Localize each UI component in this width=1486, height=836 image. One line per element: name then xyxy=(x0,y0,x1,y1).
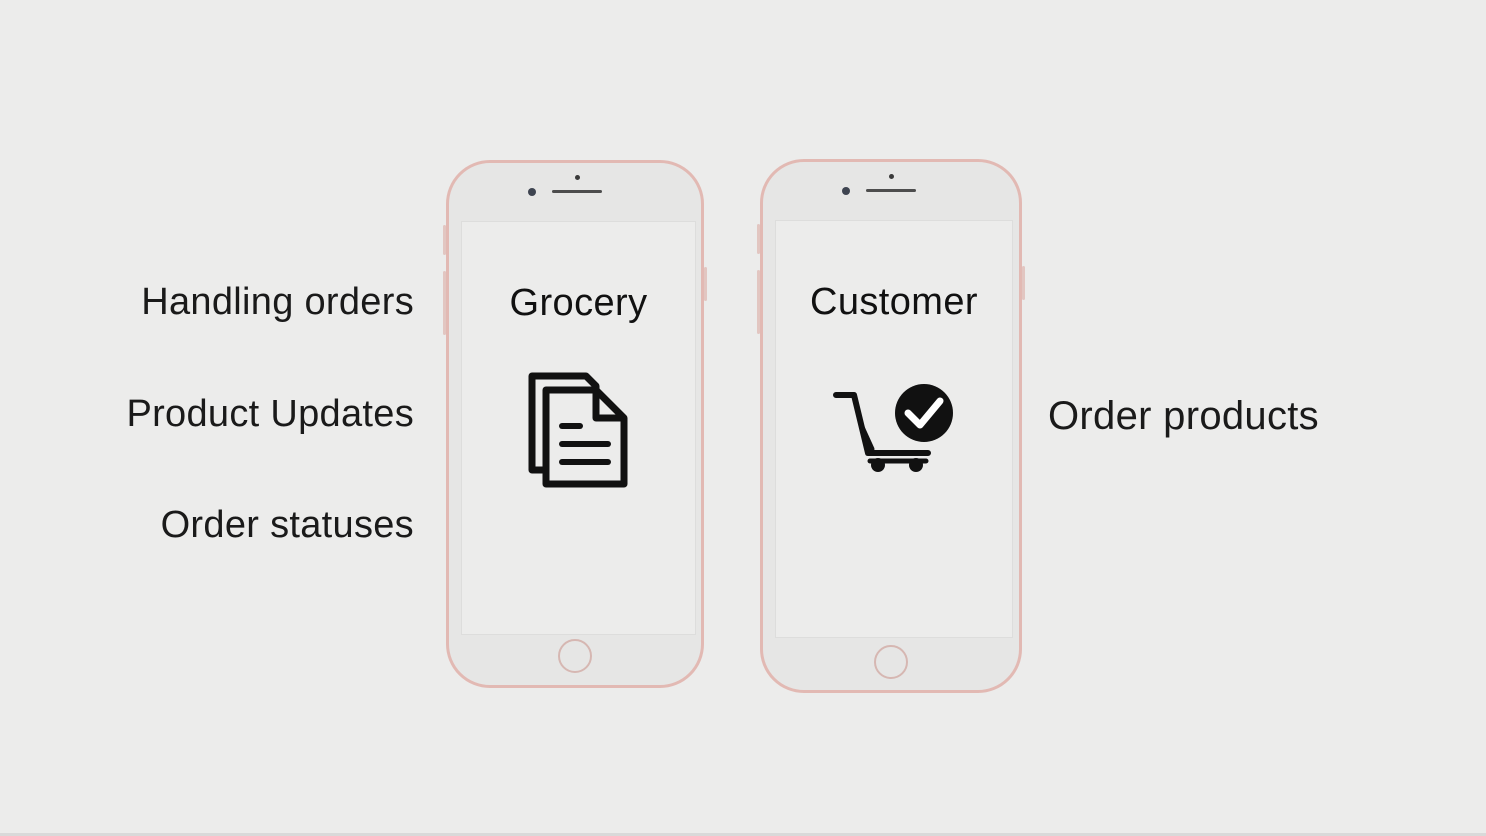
customer-home-button xyxy=(874,645,908,679)
grocery-phone-screen: Grocery xyxy=(461,221,696,635)
feature-label-order-statuses: Order statuses xyxy=(160,504,414,546)
grocery-title: Grocery xyxy=(509,282,648,324)
cart-check-icon xyxy=(833,384,953,472)
feature-label-handling-orders: Handling orders xyxy=(141,281,414,323)
phone-camera xyxy=(842,187,850,195)
grocery-home-button xyxy=(558,639,592,673)
phone-sensor xyxy=(889,174,894,179)
phone-speaker xyxy=(866,189,916,192)
documents-icon xyxy=(528,372,628,488)
phone-camera xyxy=(528,188,536,196)
phone-side-button xyxy=(1022,266,1025,300)
grocery-feature-list: Handling orders Product Updates Order st… xyxy=(0,0,414,836)
feature-label-product-updates: Product Updates xyxy=(126,393,414,435)
phone-side-button xyxy=(704,267,707,301)
customer-phone: Customer xyxy=(757,159,1025,693)
customer-phone-screen: Customer xyxy=(775,220,1013,638)
phone-sensor xyxy=(575,175,580,180)
customer-title: Customer xyxy=(810,281,978,323)
grocery-phone: Grocery xyxy=(443,160,707,688)
feature-label-order-products: Order products xyxy=(1048,394,1319,438)
phone-speaker xyxy=(552,190,602,193)
